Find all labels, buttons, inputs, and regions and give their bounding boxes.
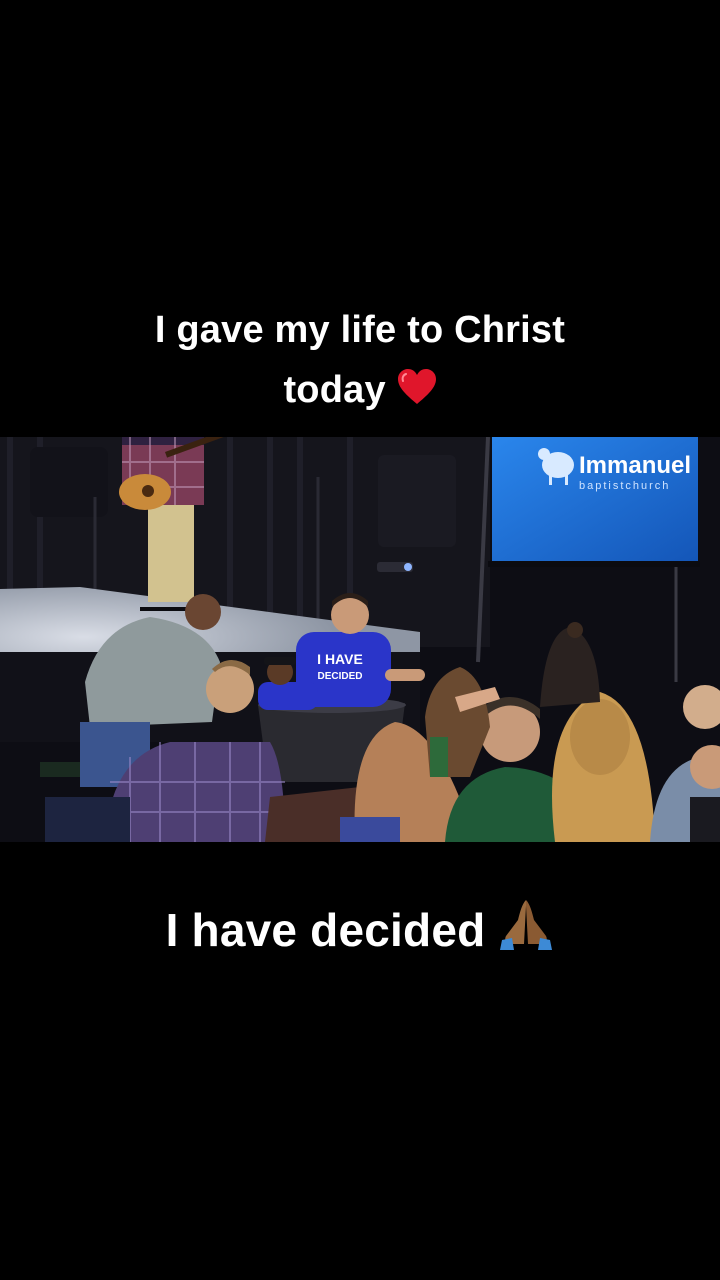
folded-hands-icon <box>498 896 554 966</box>
video-frame[interactable]: Immanuel baptistchurch I HAVE DECIDED <box>0 437 720 842</box>
screen-subtitle: baptistchurch <box>579 480 670 492</box>
top-caption-line-2: today <box>0 360 720 424</box>
top-caption-line-1: I gave my life to Christ <box>154 309 566 351</box>
shirt-line-2: DECIDED <box>317 671 362 682</box>
bottom-caption: I have decided <box>0 896 720 966</box>
top-caption: I gave my life to Christ today <box>0 300 720 424</box>
bottom-caption-text: I have decided <box>165 904 486 956</box>
baptism-scene: Immanuel baptistchurch I HAVE DECIDED <box>0 437 720 842</box>
top-caption-line-2-text: today <box>283 369 386 411</box>
screen-title: Immanuel <box>579 452 691 479</box>
red-heart-icon <box>397 364 437 424</box>
shirt-line-1: I HAVE <box>317 651 363 667</box>
